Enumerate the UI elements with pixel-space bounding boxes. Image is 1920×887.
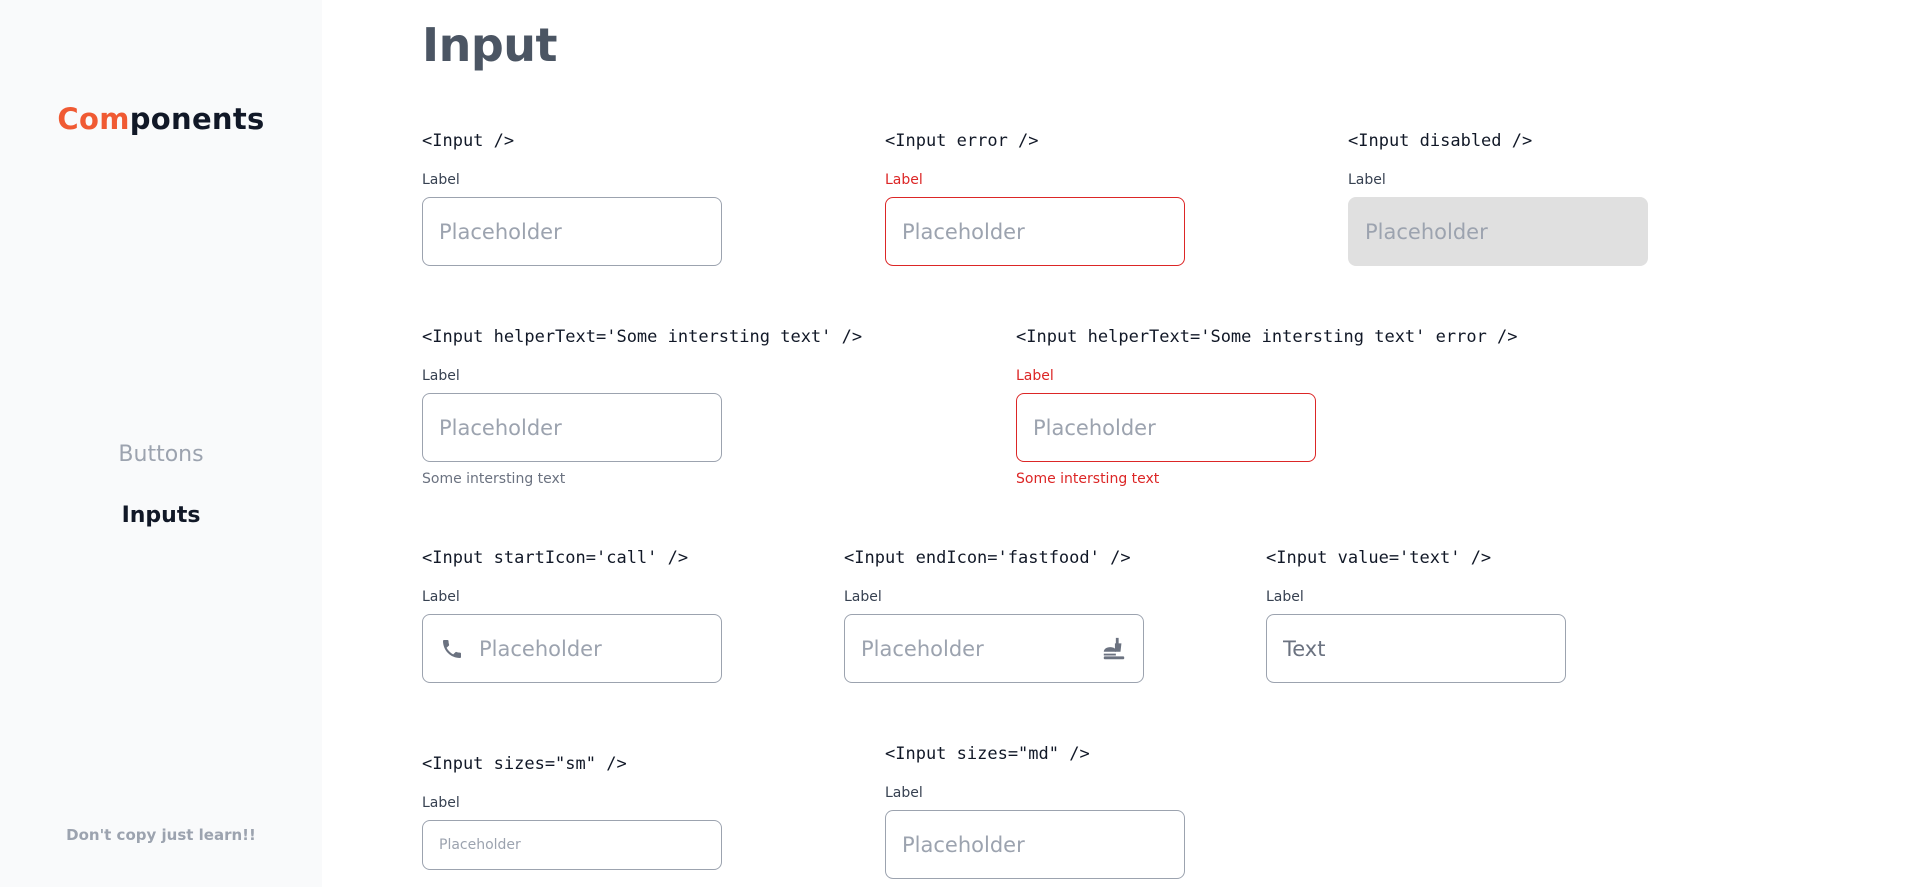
text-input[interactable] [902,832,1168,857]
text-input[interactable] [1033,415,1299,440]
code-snippet: <Input disabled /> [1348,131,1533,151]
demo-default: <Input /> Label [422,129,722,266]
text-input[interactable] [1283,636,1549,661]
input-box [1348,197,1648,266]
code-snippet: <Input value='text' /> [1266,548,1492,568]
input-label: Label [1016,368,1054,384]
call-icon [439,636,465,662]
input-label: Label [1266,589,1304,605]
input-label: Label [422,172,460,188]
input-label: Label [885,172,923,188]
input-label: Label [1348,172,1386,188]
text-input[interactable] [902,219,1168,244]
code-snippet: <Input error /> [885,131,1039,151]
fastfood-icon [1101,636,1127,662]
code-snippet: <Input endIcon='fastfood' /> [844,548,1131,568]
demo-size-md: <Input sizes="md" /> Label [885,742,1185,879]
text-input[interactable] [439,415,705,440]
input-label: Label [422,795,460,811]
input-box [1266,614,1566,683]
input-box [422,614,722,683]
input-label: Label [885,785,923,801]
input-box-sm [422,820,722,870]
input-label: Label [422,368,460,384]
code-snippet: <Input sizes="sm" /> [422,754,627,774]
code-snippet: <Input helperText='Some intersting text'… [1016,327,1518,347]
input-label: Label [844,589,882,605]
helper-text: Some intersting text [422,471,566,487]
demo-size-sm: <Input sizes="sm" /> Label [422,752,722,870]
input-box [422,393,722,462]
text-input-disabled [1365,219,1631,244]
input-box [885,197,1185,266]
demo-helper-text-error: <Input helperText='Some intersting text'… [1016,325,1518,489]
input-box-md [885,810,1185,879]
input-box [1016,393,1316,462]
demo-helper-text: <Input helperText='Some intersting text'… [422,325,862,489]
text-input[interactable] [479,636,705,661]
input-box [844,614,1144,683]
input-label: Label [422,589,460,605]
helper-text: Some intersting text [1016,471,1160,487]
code-snippet: <Input /> [422,131,515,151]
main-content: Input <Input /> Label <Input error /> La… [0,0,1920,887]
code-snippet: <Input startIcon='call' /> [422,548,689,568]
demo-end-icon: <Input endIcon='fastfood' /> Label [844,546,1144,683]
page-title: Input [422,18,558,72]
demo-error: <Input error /> Label [885,129,1185,266]
code-snippet: <Input sizes="md" /> [885,744,1090,764]
demo-disabled: <Input disabled /> Label [1348,129,1648,266]
code-snippet: <Input helperText='Some intersting text'… [422,327,863,347]
demo-value: <Input value='text' /> Label [1266,546,1566,683]
text-input[interactable] [439,837,705,853]
text-input[interactable] [861,636,1091,661]
demo-start-icon: <Input startIcon='call' /> Label [422,546,722,683]
text-input[interactable] [439,219,705,244]
input-box [422,197,722,266]
